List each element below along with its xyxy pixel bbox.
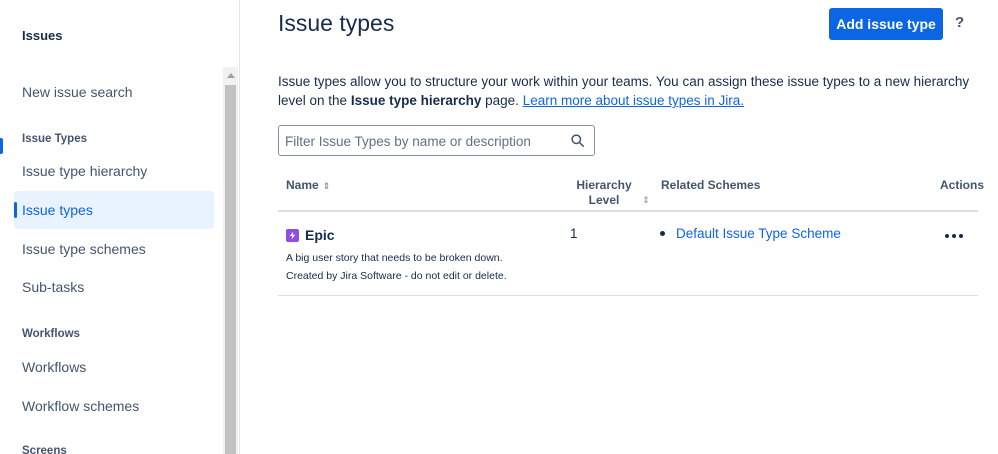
sidebar-item-workflows[interactable]: Workflows: [14, 348, 214, 386]
column-header-hierarchy[interactable]: Hierarchy Level: [572, 178, 636, 208]
sidebar-item-sub-tasks[interactable]: Sub-tasks: [14, 268, 214, 306]
issue-type-description: A big user story that needs to be broken…: [286, 249, 507, 285]
scrollbar-thumb[interactable]: [225, 85, 236, 454]
filter-input[interactable]: [285, 131, 565, 151]
sidebar-section-issue-types: Issue Types: [22, 133, 87, 145]
description-bold: Issue type hierarchy: [350, 93, 482, 108]
column-header-name[interactable]: Name ⇕: [286, 178, 330, 192]
issue-type-name[interactable]: Epic: [305, 227, 335, 243]
issue-type-description-line1: A big user story that needs to be broken…: [286, 252, 503, 264]
description-text-after: page.: [481, 93, 523, 108]
add-issue-type-button[interactable]: Add issue type: [829, 8, 943, 40]
related-scheme-item: Default Issue Type Scheme: [660, 226, 841, 241]
sidebar-section-screens: Screens: [22, 445, 67, 454]
sort-icon[interactable]: ⇕: [323, 181, 331, 191]
sort-icon[interactable]: ⇕: [642, 195, 650, 206]
sidebar-item-issue-type-hierarchy[interactable]: Issue type hierarchy: [14, 152, 214, 190]
sidebar: Issues New issue search Issue Types Issu…: [0, 0, 240, 454]
sidebar-item-workflow-schemes[interactable]: Workflow schemes: [14, 387, 214, 425]
table-row-divider: [278, 295, 978, 296]
sidebar-scrollbar[interactable]: [223, 67, 238, 454]
sidebar-item-issue-type-schemes[interactable]: Issue type schemes: [14, 230, 214, 268]
page-title: Issue types: [278, 10, 395, 36]
search-icon: [571, 134, 584, 147]
related-scheme-link[interactable]: Default Issue Type Scheme: [676, 226, 841, 241]
scroll-up-arrow-icon[interactable]: [223, 67, 238, 83]
learn-more-link[interactable]: Learn more about issue types in Jira.: [523, 93, 744, 108]
more-actions-icon[interactable]: [945, 234, 963, 238]
sidebar-title: Issues: [22, 28, 63, 43]
help-icon[interactable]: ?: [955, 14, 964, 31]
epic-icon: [286, 229, 299, 242]
column-header-related-schemes: Related Schemes: [661, 178, 761, 192]
sidebar-item-new-issue-search[interactable]: New issue search: [14, 73, 214, 111]
bullet-icon: [660, 231, 665, 236]
table-header-divider: [278, 210, 978, 212]
page-description: Issue types allow you to structure your …: [278, 72, 978, 110]
filter-field[interactable]: [278, 125, 595, 156]
column-header-name-label: Name: [286, 178, 319, 192]
column-header-actions: Actions: [940, 178, 985, 192]
hierarchy-level-value: 1: [570, 226, 578, 241]
sidebar-section-workflows: Workflows: [22, 328, 80, 340]
sidebar-item-issue-types[interactable]: Issue types: [14, 191, 214, 229]
column-header-hierarchy-line2: Level: [588, 193, 620, 207]
column-header-hierarchy-line1: Hierarchy: [576, 178, 632, 192]
issue-type-description-line2: Created by Jira Software - do not edit o…: [286, 270, 507, 282]
lightning-icon: [289, 231, 296, 240]
